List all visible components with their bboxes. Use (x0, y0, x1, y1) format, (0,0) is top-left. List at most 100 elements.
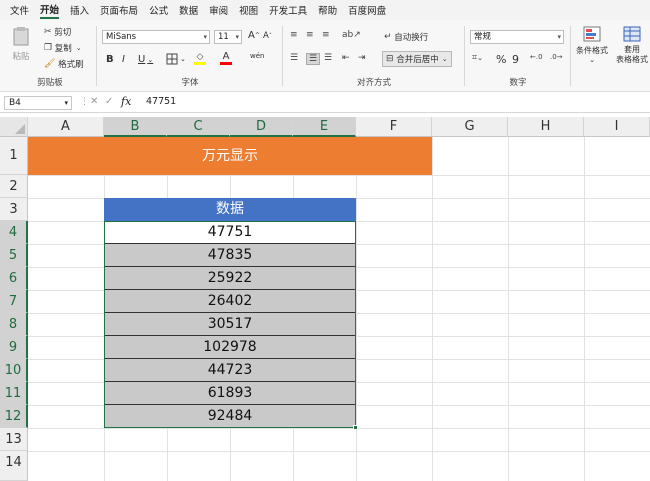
align-center-button[interactable]: ☰ (306, 53, 321, 65)
merge-center-button[interactable]: ⊟ 合并后居中 ⌄ (382, 51, 452, 67)
font-group-label: 字体 (181, 78, 199, 88)
select-all-corner[interactable] (0, 117, 28, 137)
row-header-11[interactable]: 11 (0, 382, 28, 405)
column-header-a[interactable]: A (28, 117, 104, 137)
fx-icon[interactable]: fx (121, 95, 131, 108)
column-header-d[interactable]: D (230, 117, 293, 137)
data-cell[interactable]: 92484 (104, 405, 356, 428)
chevron-down-icon: ▾ (64, 99, 68, 107)
borders-button[interactable]: ⌄ (166, 53, 186, 65)
menu-insert[interactable]: 插入 (70, 3, 89, 17)
menu-bar: 文件 开始 插入 页面布局 公式 数据 审阅 视图 开发工具 帮助 百度网盘 (0, 0, 650, 20)
italic-button[interactable]: I (122, 54, 125, 65)
row-header-2[interactable]: 2 (0, 175, 28, 198)
data-cell[interactable]: 47751 (104, 221, 356, 244)
fill-color-button[interactable]: ◇ (194, 52, 206, 65)
name-box[interactable]: B4 ▾ (4, 96, 72, 110)
menu-data[interactable]: 数据 (179, 3, 198, 17)
data-cell[interactable]: 30517 (104, 313, 356, 336)
row-header-12[interactable]: 12 (0, 405, 28, 428)
column-header-c[interactable]: C (167, 117, 230, 137)
menu-home[interactable]: 开始 (40, 2, 60, 19)
menu-baidu-netdisk[interactable]: 百度网盘 (348, 3, 386, 17)
row-header-8[interactable]: 8 (0, 313, 28, 336)
row-header-10[interactable]: 10 (0, 359, 28, 382)
font-name-value: MiSans (106, 32, 137, 42)
font-color-button[interactable]: A (220, 51, 232, 65)
row-header-9[interactable]: 9 (0, 336, 28, 359)
comma-style-button[interactable]: 9 (512, 53, 519, 66)
row-header-5[interactable]: 5 (0, 244, 28, 267)
align-middle-button[interactable]: ≡ (306, 30, 314, 40)
align-right-button[interactable]: ☰ (324, 53, 332, 63)
font-size-select[interactable]: 11 ▾ (214, 30, 242, 44)
paste-label: 粘贴 (12, 52, 30, 62)
grow-font-button[interactable]: A ^ (248, 30, 260, 41)
align-bottom-button[interactable]: ≡ (322, 30, 330, 40)
menu-view[interactable]: 视图 (239, 3, 258, 17)
data-header-cell[interactable]: 数据 (104, 198, 356, 221)
cancel-icon[interactable]: ✕ (90, 96, 98, 107)
ribbon: 粘贴 ✂ 剪切 ❐ 复制 ⌄ 🖌 格式刷 剪贴板 MiSans ▾ 11 ▾ A ^ A… (0, 20, 650, 92)
menu-page-layout[interactable]: 页面布局 (100, 3, 138, 17)
format-as-table-button[interactable]: 套用 表格格式 (614, 26, 650, 65)
number-format-value: 常规 (474, 32, 492, 42)
percent-button[interactable]: % (496, 53, 506, 66)
menu-developer[interactable]: 开发工具 (269, 3, 307, 17)
phonetic-button[interactable]: wén (250, 52, 264, 60)
align-top-button[interactable]: ≡ (290, 30, 298, 40)
column-header-e[interactable]: E (293, 117, 356, 137)
data-cell[interactable]: 47835 (104, 244, 356, 267)
column-header-b[interactable]: B (104, 117, 167, 137)
row-header-7[interactable]: 7 (0, 290, 28, 313)
cut-button[interactable]: ✂ 剪切 (44, 26, 71, 38)
column-header-i[interactable]: I (584, 117, 650, 137)
menu-file[interactable]: 文件 (10, 3, 29, 17)
data-cell[interactable]: 25922 (104, 267, 356, 290)
format-painter-button[interactable]: 🖌 格式刷 (44, 58, 84, 70)
name-box-value: B4 (9, 98, 21, 108)
font-name-select[interactable]: MiSans ▾ (102, 30, 210, 44)
font-group: MiSans ▾ 11 ▾ A ^ Aˇ B I U ⌄ ⌄ ◇ A wén 字体 (100, 22, 280, 90)
column-header-g[interactable]: G (432, 117, 508, 137)
enter-icon[interactable]: ✓ (105, 96, 113, 107)
data-cell[interactable]: 26402 (104, 290, 356, 313)
row-header-13[interactable]: 13 (0, 428, 28, 451)
scissors-icon: ✂ (44, 27, 52, 37)
formula-value[interactable]: 47751 (146, 96, 176, 107)
fill-handle[interactable] (353, 425, 358, 430)
column-header-h[interactable]: H (508, 117, 584, 137)
data-cell[interactable]: 61893 (104, 382, 356, 405)
decrease-indent-button[interactable]: ⇤ (342, 53, 350, 63)
column-header-f[interactable]: F (356, 117, 432, 137)
wrap-text-button[interactable]: ↵ 自动换行 (384, 31, 428, 43)
number-format-select[interactable]: 常规 ▾ (470, 30, 564, 44)
increase-decimal-button[interactable]: ←.0 (530, 53, 543, 61)
row-header-3[interactable]: 3 (0, 198, 28, 221)
row-header-4[interactable]: 4 (0, 221, 28, 244)
accounting-format-button[interactable]: ⌗ ⌄ (472, 53, 483, 63)
title-cell[interactable]: 万元显示 (28, 137, 432, 175)
data-cell[interactable]: 44723 (104, 359, 356, 382)
menu-formulas[interactable]: 公式 (149, 3, 168, 17)
decrease-decimal-button[interactable]: .0→ (550, 53, 563, 61)
copy-button[interactable]: ❐ 复制 ⌄ (44, 42, 82, 54)
orientation-button[interactable]: ab↗ (342, 30, 361, 40)
comma-icon: 9 (512, 53, 519, 66)
increase-indent-button[interactable]: ⇥ (358, 53, 366, 63)
menu-help[interactable]: 帮助 (318, 3, 337, 17)
shrink-font-button[interactable]: Aˇ (263, 31, 272, 41)
chevron-down-icon: ▾ (557, 33, 561, 41)
bold-button[interactable]: B (106, 54, 114, 65)
borders-icon (166, 53, 178, 65)
row-header-6[interactable]: 6 (0, 267, 28, 290)
align-left-button[interactable]: ☰ (290, 53, 298, 63)
menu-review[interactable]: 审阅 (209, 3, 228, 17)
row-header-1[interactable]: 1 (0, 137, 28, 175)
data-cell[interactable]: 102978 (104, 336, 356, 359)
paste-button[interactable]: 粘贴 (12, 26, 30, 62)
row-header-14[interactable]: 14 (0, 451, 28, 481)
outdent-icon: ⇤ (342, 53, 350, 63)
underline-button[interactable]: U ⌄ (138, 54, 153, 65)
conditional-formatting-button[interactable]: 条件格式 ⌄ (574, 26, 610, 64)
